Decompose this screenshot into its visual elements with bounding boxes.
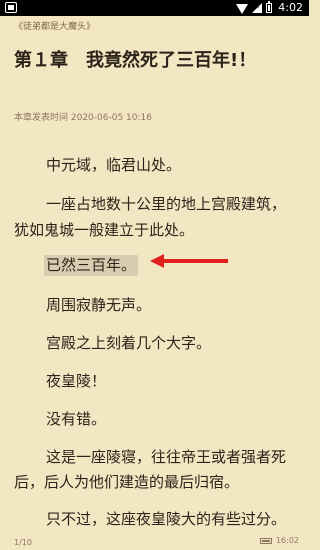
paragraph: 只不过，这座夜皇陵大的有些过分。 xyxy=(46,510,287,528)
app-icon xyxy=(5,2,17,13)
paragraph: 宫殿之上刻着几个大字。 xyxy=(46,334,212,352)
status-right: × 4:02 xyxy=(236,0,303,16)
arrow-left-icon xyxy=(150,254,228,268)
paragraph-highlighted[interactable]: 已然三百年。 xyxy=(44,254,139,276)
footer-status: 16:02 xyxy=(259,536,299,545)
wifi-icon xyxy=(236,3,249,14)
paragraph: 中元域，临君山处。 xyxy=(46,156,182,174)
paragraph: 后，后人为他们建造的最后归宿。 xyxy=(14,473,240,491)
footer-time: 16:02 xyxy=(275,536,299,545)
signal-icon: × xyxy=(252,1,263,13)
chapter-title: 第１章 我竟然死了三百年!！ xyxy=(14,50,257,71)
paragraph: 这是一座陵寝，往往帝王或者强者死 xyxy=(46,448,287,466)
paragraph: 周围寂静无声。 xyxy=(46,296,152,314)
selected-text[interactable]: 已然三百年。 xyxy=(44,255,139,276)
paragraph: 没有错。 xyxy=(46,410,107,428)
status-bar: × 4:02 xyxy=(0,0,309,16)
paragraph: 一座占地数十公里的地上宫殿建筑， xyxy=(46,195,287,213)
paragraph: 夜皇陵！ xyxy=(46,372,107,390)
paragraph: 犹如鬼城一般建立于此处。 xyxy=(14,221,195,239)
status-time: 4:02 xyxy=(278,1,303,14)
book-title: 《徒弟都是大魔头》 xyxy=(14,22,96,32)
page-indicator: 1/10 xyxy=(14,538,32,547)
battery-icon xyxy=(266,1,273,13)
battery-icon xyxy=(259,537,272,544)
publish-time: 本章发表时间 2020-06-05 10:16 xyxy=(14,113,152,123)
